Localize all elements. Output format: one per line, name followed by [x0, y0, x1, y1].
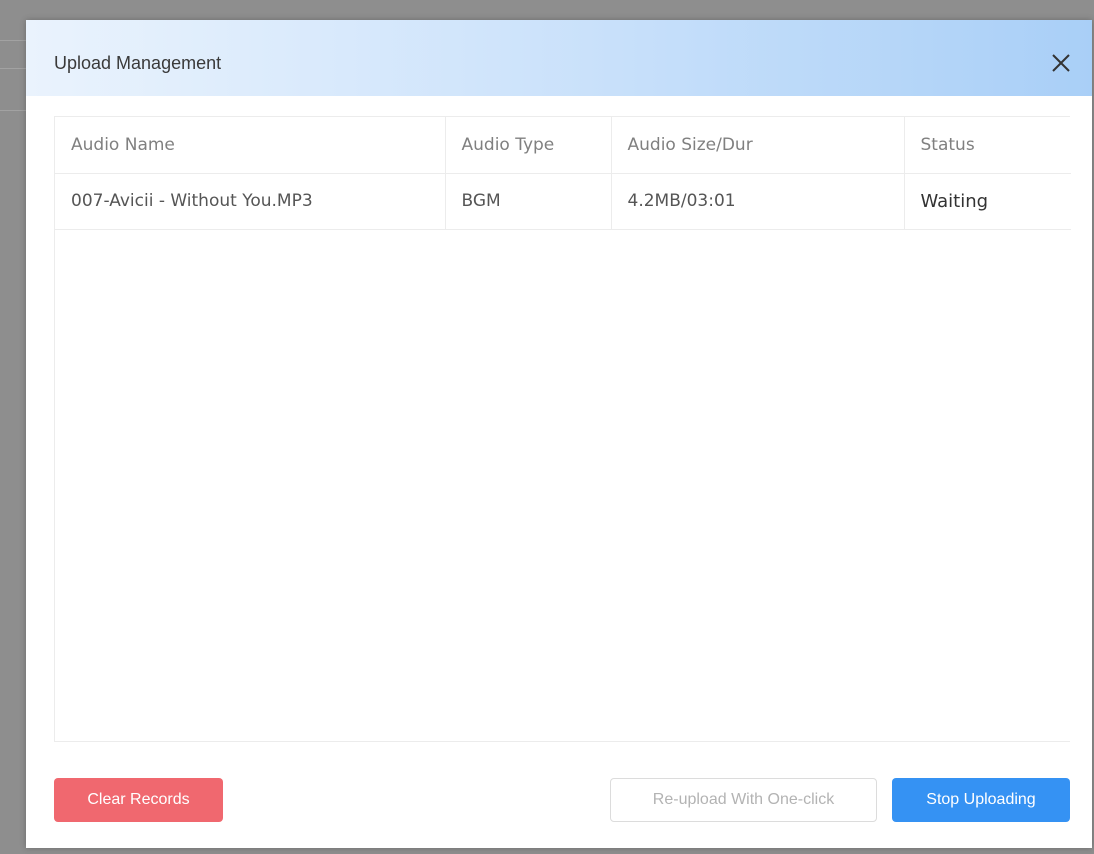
clear-records-button[interactable]: Clear Records: [54, 778, 223, 822]
cell-audio-type: BGM: [445, 173, 612, 230]
column-header-audio-size-dur[interactable]: Audio Size/Dur: [611, 117, 905, 174]
close-icon[interactable]: [1048, 50, 1074, 76]
backdrop-divider: [0, 68, 26, 69]
dialog-title: Upload Management: [54, 53, 222, 73]
cell-status: Waiting: [904, 173, 1071, 230]
cell-audio-size-dur: 4.2MB/03:01: [611, 173, 905, 230]
upload-table: Audio Name Audio Type Audio Size/Dur Sta…: [54, 116, 1071, 742]
column-header-audio-name[interactable]: Audio Name: [55, 117, 446, 174]
cell-audio-name: 007-Avicii - Without You.MP3: [55, 173, 446, 230]
column-header-audio-type[interactable]: Audio Type: [445, 117, 612, 174]
upload-management-dialog: Upload Management Audio Name Audio Type …: [26, 20, 1092, 848]
backdrop-divider: [0, 40, 26, 41]
table-row[interactable]: 007-Avicii - Without You.MP3 BGM 4.2MB/0…: [55, 173, 1071, 230]
table-header-row: Audio Name Audio Type Audio Size/Dur Sta…: [55, 117, 1071, 174]
dialog-header: Upload Management: [26, 20, 1092, 96]
stop-uploading-button[interactable]: Stop Uploading: [892, 778, 1070, 822]
column-header-status[interactable]: Status: [904, 117, 1071, 174]
backdrop-divider: [0, 110, 26, 111]
reupload-button[interactable]: Re-upload With One-click: [610, 778, 877, 822]
